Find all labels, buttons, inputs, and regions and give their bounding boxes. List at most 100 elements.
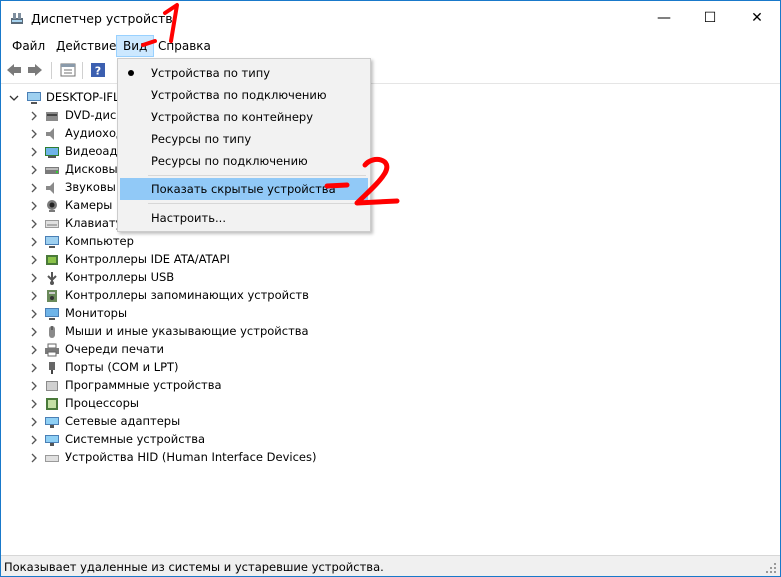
chevron-right-icon[interactable] — [29, 200, 39, 212]
chevron-right-icon[interactable] — [29, 344, 39, 356]
chevron-right-icon[interactable] — [29, 182, 39, 194]
tree-item-label: Системные устройства — [65, 432, 206, 446]
hid-icon — [45, 455, 59, 462]
sound-icon — [46, 182, 54, 194]
chevron-right-icon[interactable] — [29, 236, 39, 248]
menu-action[interactable]: Действие — [50, 35, 122, 57]
back-button[interactable] — [5, 61, 23, 79]
processor-icon — [46, 398, 58, 410]
chevron-right-icon[interactable] — [29, 380, 39, 392]
menu-separator — [148, 203, 366, 204]
maximize-button[interactable]: ☐ — [687, 1, 733, 35]
tree-item[interactable]: Компьютер — [1, 233, 780, 251]
chevron-right-icon[interactable] — [29, 110, 39, 122]
tree-item[interactable]: Мыши и иные указывающие устройства — [1, 323, 780, 341]
help-icon: ? — [91, 63, 105, 78]
resize-grip-icon[interactable] — [765, 562, 777, 574]
tree-item-label: Программные устройства — [65, 378, 222, 392]
back-icon — [7, 64, 21, 76]
tree-item[interactable]: Порты (COM и LPT) — [1, 359, 780, 377]
menu-separator — [148, 175, 366, 176]
chevron-right-icon[interactable] — [29, 290, 39, 302]
tree-item-label: Мониторы — [65, 306, 128, 320]
window-title: Диспетчер устройств — [31, 11, 173, 26]
tree-item[interactable]: Мониторы — [1, 305, 780, 323]
chevron-right-icon[interactable] — [29, 164, 39, 176]
menu-item-resources-by-type[interactable]: Ресурсы по типу — [120, 128, 368, 150]
tree-item-label: Камеры — [65, 198, 113, 212]
chevron-right-icon[interactable] — [29, 308, 39, 320]
chevron-right-icon[interactable] — [29, 254, 39, 266]
tree-item-label: Мыши и иные указывающие устройства — [65, 324, 309, 338]
chevron-right-icon[interactable] — [29, 452, 39, 464]
chevron-down-icon[interactable] — [9, 92, 19, 104]
chevron-right-icon[interactable] — [29, 146, 39, 158]
menu-item-resources-by-connection[interactable]: Ресурсы по подключению — [120, 150, 368, 172]
menu-item-label: Ресурсы по подключению — [151, 154, 308, 168]
close-button[interactable]: ✕ — [734, 1, 780, 35]
menu-view[interactable]: Вид — [116, 35, 155, 57]
computer-icon — [45, 236, 59, 248]
menu-help[interactable]: Справка — [152, 35, 217, 57]
chevron-right-icon[interactable] — [29, 362, 39, 374]
chevron-right-icon[interactable] — [29, 326, 39, 338]
software-device-icon — [46, 381, 58, 391]
storage-controller-icon — [47, 290, 57, 302]
monitor-icon — [45, 308, 59, 320]
tree-item-label: Дисковы — [65, 162, 118, 176]
chevron-right-icon[interactable] — [29, 218, 39, 230]
tree-item-label: Звуковы — [65, 180, 116, 194]
chevron-right-icon[interactable] — [29, 272, 39, 284]
forward-button[interactable] — [26, 61, 44, 79]
system-device-icon — [45, 435, 59, 446]
forward-icon — [28, 64, 42, 76]
menu-item-label: Настроить... — [151, 211, 226, 225]
properties-icon — [60, 63, 76, 77]
tree-item[interactable]: Сетевые адаптеры — [1, 413, 780, 431]
tree-item[interactable]: Очереди печати — [1, 341, 780, 359]
toolbar-separator — [82, 62, 83, 79]
tree-item-label: Контроллеры запоминающих устройств — [65, 288, 309, 302]
menu-item-show-hidden-devices[interactable]: Показать скрытые устройства — [120, 178, 368, 200]
menu-item-label: Ресурсы по типу — [151, 132, 252, 146]
tree-item-label: Аудиоход — [65, 126, 124, 140]
title-bar[interactable]: Диспетчер устройств — ☐ ✕ — [1, 1, 780, 35]
disk-icon — [45, 167, 59, 174]
help-button[interactable]: ? — [89, 61, 107, 79]
tree-item-label: Процессоры — [65, 396, 139, 410]
tree-item-label: Видеоад — [65, 144, 118, 158]
menu-item-label: Устройства по подключению — [151, 88, 327, 102]
tree-item[interactable]: Системные устройства — [1, 431, 780, 449]
port-icon — [49, 362, 55, 374]
tree-item-label: Компьютер — [65, 234, 134, 248]
chevron-right-icon[interactable] — [29, 434, 39, 446]
tree-item-label: DVD-диск — [65, 108, 124, 122]
tree-item-label: Контроллеры IDE ATA/ATAPI — [65, 252, 230, 266]
chevron-right-icon[interactable] — [29, 416, 39, 428]
menu-item-customize[interactable]: Настроить... — [120, 207, 368, 229]
minimize-button[interactable]: — — [641, 1, 687, 35]
menu-item-devices-by-container[interactable]: Устройства по контейнеру — [120, 106, 368, 128]
menu-item-label: Показать скрытые устройства — [151, 182, 336, 196]
ide-controller-icon — [46, 255, 58, 265]
tree-item[interactable]: Контроллеры запоминающих устройств — [1, 287, 780, 305]
menu-item-devices-by-connection[interactable]: Устройства по подключению — [120, 84, 368, 106]
tree-item[interactable]: Программные устройства — [1, 377, 780, 395]
menu-item-devices-by-type[interactable]: Устройства по типу — [120, 62, 368, 84]
computer-icon — [27, 92, 41, 104]
tree-root-label: DESKTOP-IFL — [46, 90, 120, 104]
chevron-right-icon[interactable] — [29, 128, 39, 140]
properties-button[interactable] — [59, 61, 77, 79]
tree-item[interactable]: Процессоры — [1, 395, 780, 413]
audio-icon — [46, 128, 54, 140]
radio-bullet-icon — [128, 70, 134, 76]
chevron-right-icon[interactable] — [29, 398, 39, 410]
printer-icon — [45, 343, 59, 357]
device-manager-window: Диспетчер устройств — ☐ ✕ Файл Действие … — [0, 0, 781, 577]
menu-file[interactable]: Файл — [6, 35, 51, 57]
view-menu-dropdown: Устройства по типу Устройства по подключ… — [117, 58, 371, 232]
tree-item[interactable]: Устройства HID (Human Interface Devices) — [1, 449, 780, 467]
menu-item-label: Устройства по контейнеру — [151, 110, 313, 124]
tree-item[interactable]: Контроллеры USB — [1, 269, 780, 287]
tree-item[interactable]: Контроллеры IDE ATA/ATAPI — [1, 251, 780, 269]
